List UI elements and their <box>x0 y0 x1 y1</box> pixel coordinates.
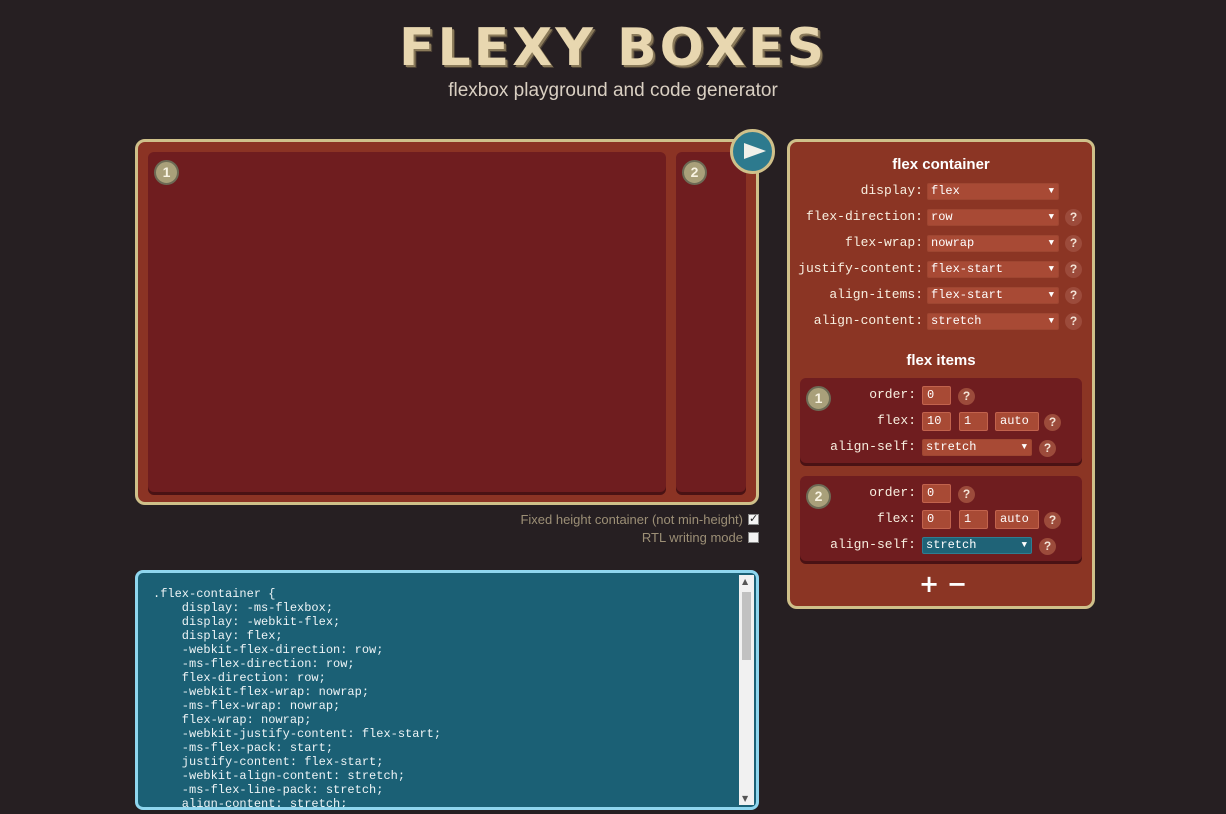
play-button[interactable] <box>730 129 775 174</box>
chevron-down-icon: ▼ <box>1048 290 1054 300</box>
align-self-help[interactable]: ? <box>1039 538 1056 555</box>
align-items-label: align-items: <box>829 287 923 302</box>
align-content-label: align-content: <box>813 313 923 328</box>
align-items-select[interactable]: flex-start ▼ <box>927 287 1059 304</box>
order-label: order: <box>869 387 916 402</box>
fixed-height-option: Fixed height container (not min-height) <box>520 512 759 527</box>
item-card-1: 1 order: 0 ? flex: 10 1 auto ? align-sel… <box>800 378 1082 463</box>
flex-shrink-input[interactable]: 1 <box>959 412 988 431</box>
fixed-height-checkbox[interactable] <box>748 512 759 525</box>
control-panel: flex container display: flex ▼ flex-direc… <box>787 139 1095 609</box>
item-card-2: 2 order: 0 ? flex: 0 1 auto ? align-self… <box>800 476 1082 561</box>
align-self-select[interactable]: stretch ▼ <box>922 439 1032 456</box>
chevron-down-icon: ▼ <box>1021 540 1027 550</box>
scroll-down-icon[interactable]: ▼ <box>742 794 748 803</box>
add-item-button[interactable]: + <box>919 572 939 596</box>
flex-grow-input[interactable]: 10 <box>922 412 951 431</box>
flex-help[interactable]: ? <box>1044 512 1061 529</box>
chevron-down-icon: ▼ <box>1021 442 1027 452</box>
flex-direction-label: flex-direction: <box>805 209 923 224</box>
flex-wrap-select[interactable]: nowrap ▼ <box>927 235 1059 252</box>
rtl-option: RTL writing mode <box>642 530 759 545</box>
item-number-badge: 2 <box>806 484 831 509</box>
flex-playground: 1 2 <box>135 139 759 505</box>
flex-wrap-help[interactable]: ? <box>1065 235 1082 252</box>
flex-shrink-input[interactable]: 1 <box>959 510 988 529</box>
align-self-help[interactable]: ? <box>1039 440 1056 457</box>
align-content-help[interactable]: ? <box>1065 313 1082 330</box>
fixed-height-label: Fixed height container (not min-height) <box>520 512 743 527</box>
scroll-up-icon[interactable]: ▲ <box>742 577 748 586</box>
remove-item-button[interactable]: − <box>947 572 967 596</box>
chevron-down-icon: ▼ <box>1048 264 1054 274</box>
flex-direction-help[interactable]: ? <box>1065 209 1082 226</box>
justify-content-label: justify-content: <box>798 261 923 276</box>
item-number-badge: 1 <box>806 386 831 411</box>
flex-wrap-label: flex-wrap: <box>844 235 923 250</box>
justify-content-help[interactable]: ? <box>1065 261 1082 278</box>
display-select[interactable]: flex ▼ <box>927 183 1059 200</box>
align-self-select[interactable]: stretch ▼ <box>922 537 1032 554</box>
align-content-select[interactable]: stretch ▼ <box>927 313 1059 330</box>
code-output[interactable]: .flex-container { display: -ms-flexbox; … <box>135 570 759 810</box>
flex-help[interactable]: ? <box>1044 414 1061 431</box>
flex-direction-select[interactable]: row ▼ <box>927 209 1059 226</box>
rtl-checkbox[interactable] <box>748 532 759 543</box>
flex-items-heading: flex items <box>906 352 976 369</box>
chevron-down-icon: ▼ <box>1048 316 1054 326</box>
flex-item-2[interactable]: 2 <box>676 152 746 492</box>
flex-basis-input[interactable]: auto <box>995 412 1039 431</box>
flex-label: flex: <box>876 413 916 428</box>
order-help[interactable]: ? <box>958 388 975 405</box>
align-self-label: align-self: <box>830 439 916 454</box>
align-self-label: align-self: <box>830 537 916 552</box>
order-help[interactable]: ? <box>958 486 975 503</box>
flex-grow-input[interactable]: 0 <box>922 510 951 529</box>
subtitle: flexbox playground and code generator <box>448 80 778 101</box>
order-label: order: <box>869 485 916 500</box>
display-label: display: <box>860 183 923 198</box>
code-text: .flex-container { display: -ms-flexbox; … <box>153 587 442 810</box>
item-number-badge: 1 <box>154 160 179 185</box>
align-items-help[interactable]: ? <box>1065 287 1082 304</box>
justify-content-select[interactable]: flex-start ▼ <box>927 261 1059 278</box>
flex-container-heading: flex container <box>892 156 990 173</box>
item-number-badge: 2 <box>682 160 707 185</box>
play-icon <box>744 143 766 159</box>
chevron-down-icon: ▼ <box>1048 238 1054 248</box>
code-scrollbar[interactable]: ▲ ▼ <box>739 575 754 805</box>
chevron-down-icon: ▼ <box>1048 186 1054 196</box>
logo: FLEXY BOXES <box>0 18 1226 78</box>
logo-text: FLEXY BOXES <box>398 18 828 78</box>
rtl-label: RTL writing mode <box>641 530 743 545</box>
flex-label: flex: <box>876 511 916 526</box>
order-input[interactable]: 0 <box>922 484 951 503</box>
chevron-down-icon: ▼ <box>1048 212 1054 222</box>
flex-basis-input[interactable]: auto <box>995 510 1039 529</box>
order-input[interactable]: 0 <box>922 386 951 405</box>
scroll-thumb[interactable] <box>742 592 751 660</box>
flex-item-1[interactable]: 1 <box>148 152 666 492</box>
